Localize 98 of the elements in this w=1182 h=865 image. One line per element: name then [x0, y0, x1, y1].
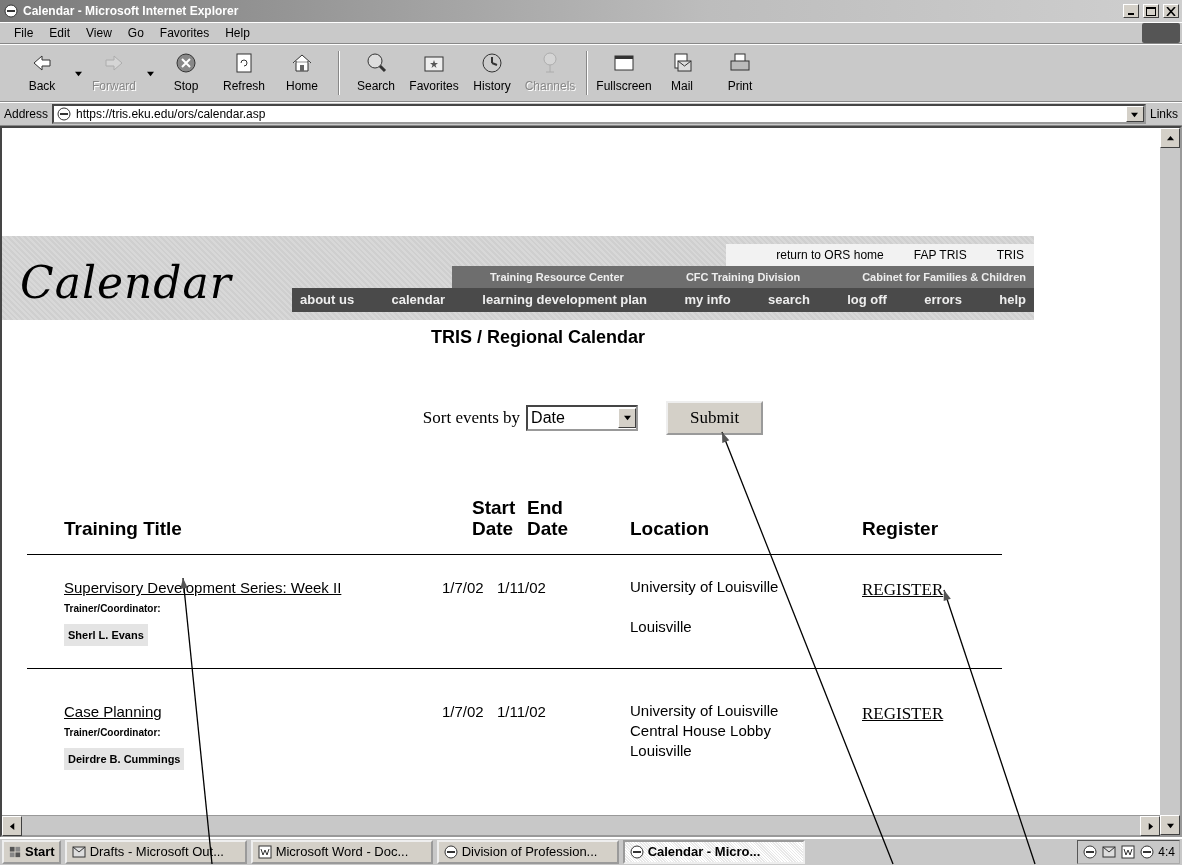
training-title-link[interactable]: Case Planning — [64, 703, 162, 721]
scroll-down-button[interactable] — [1160, 815, 1180, 835]
minimize-button[interactable] — [1123, 4, 1139, 18]
location-text: Louisville — [630, 617, 693, 638]
stop-icon — [174, 51, 198, 75]
maximize-button[interactable] — [1143, 4, 1159, 18]
nav-link[interactable]: learning development plan — [482, 290, 648, 310]
page-icon — [56, 106, 73, 122]
caret-down-icon — [146, 69, 154, 77]
close-button[interactable] — [1163, 4, 1179, 18]
register-link[interactable]: REGISTER — [862, 580, 944, 600]
search-icon — [364, 51, 388, 75]
toolbar-button[interactable]: Home — [274, 47, 330, 99]
end-date: 1/11/02 — [497, 578, 547, 599]
taskbar-item[interactable]: Division of Profession... — [436, 840, 619, 864]
minimize-icon — [1128, 13, 1134, 15]
end-date: 1/11/02 — [497, 702, 547, 723]
links-button[interactable]: Links — [1150, 105, 1178, 123]
menu-item[interactable]: Go — [121, 23, 150, 43]
nav-link[interactable]: CFC Training Division — [685, 268, 801, 286]
location-text: Central House Lobby — [630, 721, 772, 742]
clock: 4:4 — [1158, 844, 1175, 861]
nav-link[interactable]: return to ORS home — [776, 246, 884, 264]
location-text: University of Louisville — [630, 577, 780, 598]
toolbar-button[interactable]: Search — [348, 47, 404, 99]
start-date: 1/7/02 — [442, 702, 485, 723]
location-text: University of Louisville — [630, 701, 780, 722]
toolbar-button[interactable]: History — [464, 47, 520, 99]
nav-link[interactable]: calendar — [391, 290, 445, 310]
location-text: Louisville — [630, 741, 693, 762]
start-date: 1/7/02 — [442, 578, 485, 599]
nav-link[interactable]: Cabinet for Families & Children — [862, 268, 1026, 286]
toolbar-button[interactable]: Mail — [654, 47, 710, 99]
page-logo: Calendar — [20, 256, 232, 310]
toolbar-button[interactable]: Refresh — [216, 47, 272, 99]
arrow-left-icon — [8, 822, 16, 830]
nav-link[interactable]: log off — [847, 290, 887, 310]
toolbar-button[interactable]: Fullscreen — [596, 47, 652, 99]
start-button[interactable]: Start — [2, 840, 61, 864]
column-header: Register — [862, 518, 940, 541]
arrow-right-icon — [1146, 822, 1154, 830]
menu-item[interactable]: Help — [219, 23, 256, 43]
trainer-label: Trainer/Coordinator: — [64, 601, 162, 616]
nav-link[interactable]: my info — [684, 290, 731, 310]
nav-link[interactable]: FAP TRIS — [913, 246, 967, 264]
menu-item[interactable]: File — [8, 23, 40, 43]
nav-link[interactable]: Training Resource Center — [490, 268, 624, 286]
nav-link[interactable]: TRIS — [996, 246, 1024, 264]
caret-down-icon — [1166, 821, 1174, 829]
address-label: Address — [4, 106, 49, 123]
register-link[interactable]: REGISTER — [862, 704, 944, 724]
app-icon — [628, 844, 645, 860]
nav-link[interactable]: help — [999, 290, 1026, 310]
history-clock-icon — [480, 51, 504, 75]
menu-item[interactable]: View — [80, 23, 118, 43]
toolbar-button[interactable]: Favorites — [406, 47, 462, 99]
trainer-name: Deirdre B. Cummings — [64, 747, 185, 771]
sort-select[interactable]: Date — [526, 404, 639, 431]
trainer-name: Sherl L. Evans — [64, 623, 148, 647]
trainer-label: Trainer/Coordinator: — [64, 725, 162, 740]
taskbar-item[interactable]: Microsoft Word - Doc... — [250, 840, 433, 864]
scroll-left-button[interactable] — [2, 816, 22, 836]
menu-item[interactable]: Favorites — [153, 23, 216, 43]
throbber-logo — [1142, 23, 1180, 43]
toolbar-button[interactable]: Print — [712, 47, 768, 99]
app-icon — [70, 844, 87, 860]
column-header: End Date — [527, 496, 570, 541]
scroll-up-button[interactable] — [1160, 128, 1180, 148]
caret-down-icon — [74, 69, 82, 77]
caret-down-icon — [1131, 110, 1139, 118]
arrow-up-icon — [1166, 134, 1174, 142]
submit-button[interactable]: Submit — [666, 401, 764, 435]
windows-logo-icon — [8, 845, 22, 859]
nav-link[interactable]: about us — [300, 290, 355, 310]
window-title: Calendar - Microsoft Internet Explorer — [23, 3, 239, 20]
sort-label: Sort events by — [422, 407, 521, 429]
app-icon — [256, 844, 273, 860]
page-heading: TRIS / Regional Calendar — [429, 326, 646, 349]
column-header: Location — [630, 518, 711, 541]
menu-item[interactable]: Edit — [43, 23, 77, 43]
tray-icon — [1101, 844, 1118, 860]
close-icon — [1166, 6, 1176, 16]
taskbar-item[interactable]: Calendar - Micro... — [622, 840, 805, 864]
scroll-right-button[interactable] — [1140, 816, 1160, 836]
nav-link[interactable]: errors — [924, 290, 962, 310]
toolbar-button[interactable]: Back — [14, 47, 70, 99]
tray-icon — [1139, 844, 1156, 860]
caret-down-icon — [623, 414, 631, 422]
column-header: Training Title — [64, 518, 183, 541]
nav-link[interactable]: search — [767, 290, 810, 310]
app-icon — [442, 844, 459, 860]
toolbar-button[interactable]: Stop — [158, 47, 214, 99]
tray-icon — [1120, 844, 1137, 860]
column-header: Start Date — [472, 496, 517, 541]
maximize-icon — [1146, 6, 1156, 16]
browser-icon — [3, 3, 19, 19]
address-field[interactable]: https://tris.eku.edu/ors/calendar.asp — [52, 104, 1146, 124]
tray-icon — [1082, 844, 1099, 860]
